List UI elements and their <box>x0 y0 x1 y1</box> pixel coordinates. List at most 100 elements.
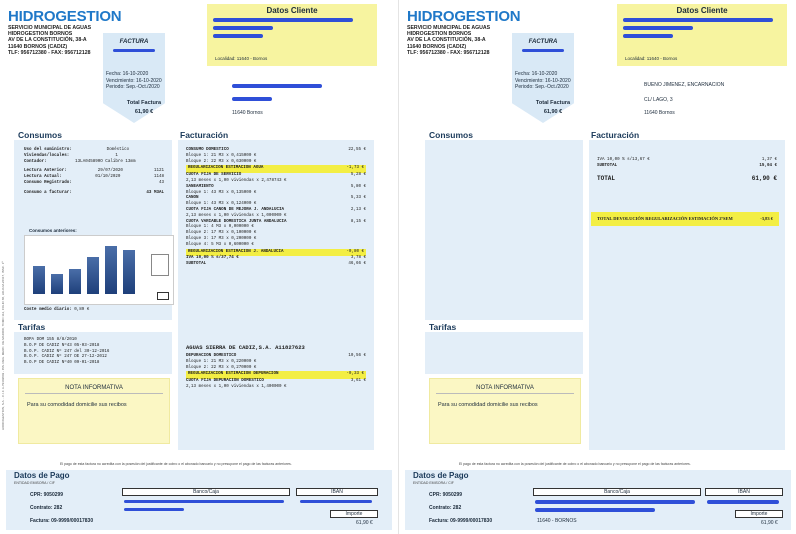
facturacion-line: SUBTOTAL 46,66 € <box>186 262 366 268</box>
datos-cliente-box: Datos Cliente Localidad: 11640 - Bornos <box>207 4 377 66</box>
line-concept: Bloque 2: 22 M3 x 0,630000 € <box>186 159 257 164</box>
nota-body: Para su comodidad domicilie sus recibos <box>27 402 127 408</box>
org-line: TLF: 956712380 - FAX: 956712128 <box>8 49 91 56</box>
tarifa-line: B.O.P DE CADIZ Nº40 09-01-2018 <box>24 361 100 366</box>
importe-box: Importe <box>330 510 378 518</box>
legal-side-text: HIDROGESTION, S.A. - C.I.F. A-79449849 -… <box>1 261 5 431</box>
client-name: BUENO JIMENEZ, ENCARNACION <box>644 82 725 88</box>
consumos-panel <box>425 140 583 320</box>
redaction-scribble <box>232 84 322 88</box>
redaction-scribble <box>213 18 353 22</box>
sierra-title: AGUAS SIERRA DE CADIZ,S.A. A11827623 <box>186 344 305 351</box>
chart-bar <box>105 246 117 294</box>
client-city: 11640 Bornos <box>644 110 675 116</box>
chart-title: Consumos anteriores: <box>29 228 77 233</box>
company-logo: HIDROGESTION <box>407 8 521 25</box>
line-amount: 3,61 € <box>350 379 366 384</box>
line-concept: Bloque 2: 22 M3 x 0,270000 € <box>186 365 257 370</box>
redaction-scribble <box>232 97 272 101</box>
line-concept: REGULARIZACION ESTIMACION J. ANDALUCIA <box>188 249 284 254</box>
invoice-dates: Fecha: 16-10-2020 Vencimiento: 16-10-202… <box>515 71 571 91</box>
facturacion-summary: IVA 10,00 % s/13,67 €1,37 € SUBTOTAL 15,0… <box>597 158 777 181</box>
iban-box: IBAN <box>296 488 378 496</box>
client-street: CL/ LAGO, 3 <box>644 97 673 103</box>
contrato: Contrato: 282 <box>429 505 462 511</box>
chart-bar <box>123 250 135 294</box>
tarifas-list: BOPA DOM 155 8/8/2010 B.O.P DE CADIZ Nº4… <box>24 338 109 367</box>
line-amount: 5,33 € <box>350 196 366 201</box>
org-line: AV DE LA CONSTITUCIÓN, 38-A <box>8 37 87 44</box>
chart-bar <box>51 274 63 294</box>
importe-value: 61,90 € <box>761 520 778 526</box>
nota-informativa: NOTA INFORMATIVA Para su comodidad domic… <box>429 378 581 444</box>
line-concept: REGULARIZACION ESTIMACION DEPURACION <box>188 372 279 377</box>
consumos-chart: Consumos anteriores: <box>24 228 174 305</box>
nota-body: Para su comodidad domicilie sus recibos <box>438 402 538 408</box>
sierra-lines: DEPURACION DOMESTICO 10,56 € Bloque 1: 21 … <box>186 354 366 391</box>
cpr: CPR: 9050299 <box>429 492 463 498</box>
line-concept: REGULARIZACION ESTIMACION AGUA <box>188 166 264 171</box>
chart-bar <box>69 269 81 294</box>
pago-notice: El pago de esta factura no acredita con … <box>459 462 691 466</box>
line-amount: -1,73 € <box>346 166 364 171</box>
nota-title: NOTA INFORMATIVA <box>25 385 163 394</box>
total-row: TOTAL 61,90 € <box>597 174 777 182</box>
datos-cliente-box: Datos Cliente Localidad: 11640 - Bornos <box>617 4 787 66</box>
org-line: TLF: 956712380 - FAX: 956712128 <box>407 49 490 56</box>
invoice-page-2: HIDROGESTION SERVICIO MUNICIPAL DE AGUAS… <box>398 0 796 534</box>
total-factura-label: Total Factura <box>535 100 571 106</box>
line-concept: 2,13 meses x 1,00 viviendas x 1,400000 € <box>186 384 287 389</box>
redaction-scribble <box>623 26 693 30</box>
company-logo: HIDROGESTION <box>8 8 122 25</box>
chart-bar <box>87 257 99 294</box>
consumos-title: Consumos <box>18 130 62 140</box>
org-line: AV DE LA CONSTITUCIÓN, 38-A <box>407 37 486 44</box>
redaction-scribble <box>213 34 263 38</box>
pago-notice: El pago de esta factura no acredita con … <box>60 462 292 466</box>
redaction-scribble <box>623 34 673 38</box>
facturacion-title: Facturación <box>180 130 229 140</box>
regularizacion-line: REGULARIZACION ESTIMACION AGUA -1,73 € <box>186 165 366 174</box>
redaction-scribble <box>213 26 273 30</box>
company-address: SERVICIO MUNICIPAL DE AGUAS HIDROGESTION… <box>8 25 91 56</box>
invoice-dates: Fecha: 16-10-2020 Vencimiento: 16-10-202… <box>106 71 162 91</box>
tarifa-line: B.O.P DE CADIZ Nº43 05-03-2018 <box>24 343 100 348</box>
redaction-scribble <box>707 500 779 504</box>
localidad: Localidad: 11640 - Bornos <box>625 56 678 61</box>
line-amount: 5,80 € <box>350 184 366 189</box>
pago-title: Datos de Pago <box>413 471 469 480</box>
redaction-scribble <box>522 49 564 52</box>
redaction-scribble <box>300 500 372 503</box>
contrato: Contrato: 282 <box>30 505 63 511</box>
periodo: Periodo: Sep.-Oct./2020 <box>106 84 160 90</box>
devolucion-row: TOTAL DEVOLUCIÓN REGULARIZACIÓN ESTIMACI… <box>591 212 779 226</box>
pago-city: 11640 - BORNOS <box>537 518 577 524</box>
pago-title: Datos de Pago <box>14 471 70 480</box>
consumos-details: Uso del suministro: Doméstico Viviendas/l… <box>24 148 164 197</box>
iban-box: IBAN <box>705 488 783 496</box>
invoice-page-1: HIDROGESTION SERVICIO MUNICIPAL DE AGUAS… <box>0 0 398 534</box>
factura-num: Factura: 09-9999/00017830 <box>429 518 493 524</box>
coste-medio: Coste medio diario: 0,89 € <box>24 308 90 312</box>
chart-legend <box>151 254 169 276</box>
banco-caja-box: Banco/Caja <box>533 488 701 496</box>
facturacion-line: 2,13 meses x 1,00 viviendas x 1,400000 € <box>186 385 366 391</box>
regularizacion-line: REGULARIZACION ESTIMACION DEPURACION -0,3… <box>186 371 366 380</box>
total-factura-value: 61,90 € <box>543 109 563 115</box>
line-amount: 2,13 € <box>350 207 366 212</box>
company-address: SERVICIO MUNICIPAL DE AGUAS HIDROGESTION… <box>407 25 490 56</box>
total-factura-value: 61,90 € <box>134 109 154 115</box>
facturacion-title: Facturación <box>591 130 640 140</box>
localidad: Localidad: 11640 - Bornos <box>215 56 268 61</box>
datos-cliente-title: Datos Cliente <box>676 6 728 15</box>
line-amount: -0,33 € <box>346 372 364 377</box>
client-city: 11640 Bornos <box>232 110 263 116</box>
line-amount: 22,55 € <box>348 148 366 152</box>
importe-box: Importe <box>735 510 783 518</box>
tarifas-title: Tarifas <box>18 322 46 332</box>
nota-title: NOTA INFORMATIVA <box>436 385 574 394</box>
consumos-title: Consumos <box>429 130 473 140</box>
consumo-row: Consumo a facturar: 43 M3AL <box>24 190 164 195</box>
line-amount: 8,15 € <box>350 219 366 224</box>
redaction-scribble <box>124 500 284 503</box>
